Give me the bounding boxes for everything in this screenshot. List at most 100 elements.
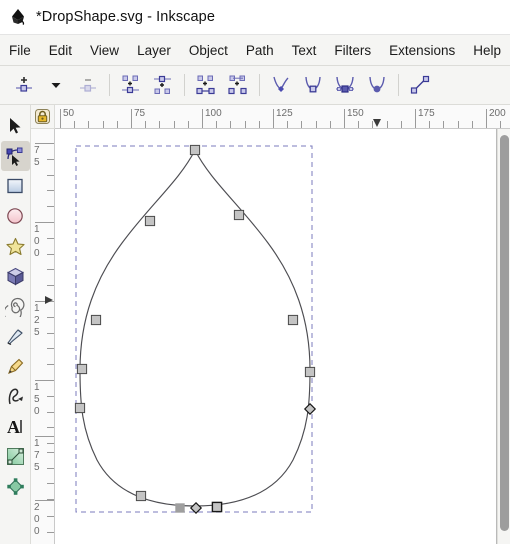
path-node-smooth[interactable] — [233, 209, 245, 221]
ruler-minor-tick — [47, 515, 54, 517]
ruler-major-tick — [35, 143, 54, 144]
menu-extensions[interactable]: Extensions — [380, 39, 464, 62]
tool-text[interactable]: A — [1, 411, 30, 441]
menu-object[interactable]: Object — [180, 39, 237, 62]
menu-edit[interactable]: Edit — [40, 39, 81, 62]
ruler-label: 0 — [34, 526, 40, 537]
ruler-minor-tick — [301, 121, 303, 128]
menu-layer[interactable]: Layer — [128, 39, 180, 62]
menu-text[interactable]: Text — [283, 39, 326, 62]
insert-node-icon — [16, 77, 32, 92]
ruler-minor-tick — [216, 121, 218, 128]
tool-star[interactable] — [1, 231, 30, 261]
path-node-cusp[interactable] — [303, 402, 317, 416]
ruler-mouse-marker — [45, 296, 53, 304]
tool-3dbox[interactable] — [1, 261, 30, 291]
tool-bezier[interactable] — [1, 381, 30, 411]
ruler-minor-tick — [47, 316, 54, 318]
menu-path[interactable]: Path — [237, 39, 283, 62]
vertical-ruler[interactable]: 75100125150175200 — [31, 129, 55, 544]
path-node-smooth[interactable] — [76, 363, 88, 375]
segment-line-icon — [410, 75, 430, 94]
ruler-minor-tick — [102, 121, 104, 128]
ruler-minor-tick — [47, 467, 54, 469]
ruler-lock-button[interactable] — [31, 105, 55, 129]
tool-mesh[interactable] — [1, 471, 30, 501]
horizontal-ruler[interactable]: 50 75 100 125 150 175 200 — [55, 105, 510, 129]
tool-pencil[interactable] — [1, 351, 30, 381]
path-node-smooth[interactable] — [144, 215, 156, 227]
spiral-icon — [4, 297, 24, 317]
ruler-minor-tick — [47, 190, 54, 192]
path-node-smooth[interactable] — [90, 314, 102, 326]
ruler-label: 0 — [34, 236, 40, 247]
ruler-label: 150 — [347, 108, 364, 119]
tool-rectangle[interactable] — [1, 171, 30, 201]
ruler-minor-tick — [173, 121, 175, 128]
ruler-label: 0 — [34, 248, 40, 259]
node-auto-button[interactable] — [361, 70, 393, 101]
join-segment-button[interactable] — [190, 70, 222, 101]
ruler-minor-tick — [145, 121, 147, 128]
segment-line-button[interactable] — [404, 70, 436, 101]
ruler-label: 1 — [34, 303, 40, 314]
menu-filters[interactable]: Filters — [325, 39, 380, 62]
insert-node-dropdown[interactable] — [40, 70, 72, 101]
tool-spiral[interactable] — [1, 291, 30, 321]
chevron-down-icon — [51, 83, 61, 88]
break-nodes-button[interactable] — [147, 70, 179, 101]
menu-help[interactable]: Help — [464, 39, 510, 62]
ruler-minor-tick — [443, 121, 445, 128]
delete-node-button[interactable] — [72, 70, 104, 101]
path-node-selected[interactable] — [211, 501, 223, 513]
path-node-smooth[interactable] — [135, 490, 147, 502]
ruler-minor-tick — [47, 451, 54, 453]
ruler-major-tick — [35, 222, 54, 223]
path-node-layer — [74, 144, 317, 515]
node-symmetric-button[interactable] — [329, 70, 361, 101]
node-smooth-button[interactable] — [297, 70, 329, 101]
node-type-cusp-icon — [273, 76, 289, 92]
toolbar-separator-4 — [398, 74, 399, 96]
ruler-minor-tick — [47, 483, 54, 485]
node-cusp-button[interactable] — [265, 70, 297, 101]
delete-node-icon — [80, 79, 96, 92]
ruler-minor-tick — [116, 121, 118, 128]
ellipse-icon — [7, 208, 23, 224]
path-node-smooth[interactable] — [287, 314, 299, 326]
ruler-minor-tick — [500, 121, 502, 128]
drop-shape-path[interactable] — [79, 148, 311, 507]
tool-calligraphy[interactable] — [1, 321, 30, 351]
inkscape-logo-icon — [8, 7, 28, 27]
path-node-smooth[interactable] — [74, 402, 86, 414]
tool-selector[interactable] — [1, 111, 30, 141]
star-icon — [5, 237, 25, 255]
ruler-minor-tick — [47, 395, 54, 397]
insert-node-button[interactable] — [8, 70, 40, 101]
path-node-smooth[interactable] — [189, 144, 201, 156]
drawing-canvas[interactable] — [55, 129, 497, 544]
delete-segment-button[interactable] — [222, 70, 254, 101]
ruler-major-tick — [35, 380, 54, 381]
menu-view[interactable]: View — [81, 39, 128, 62]
menu-file[interactable]: File — [0, 39, 40, 62]
node-tool-options-bar — [0, 66, 510, 105]
ruler-minor-tick — [47, 237, 54, 239]
tool-ellipse[interactable] — [1, 201, 30, 231]
selection-bbox — [75, 145, 313, 513]
ruler-label: 75 — [134, 108, 146, 119]
vertical-scrollbar-thumb[interactable] — [500, 135, 509, 531]
title-bar: *DropShape.svg - Inkscape — [0, 0, 510, 35]
ruler-minor-tick — [88, 121, 90, 128]
tool-gradient[interactable] — [1, 441, 30, 471]
ruler-major-tick — [131, 109, 132, 128]
vertical-scrollbar[interactable] — [497, 129, 510, 544]
ruler-minor-tick — [230, 121, 232, 128]
path-node-highlighted[interactable] — [175, 503, 185, 513]
ruler-major-tick — [202, 109, 203, 128]
tool-node-editor[interactable] — [0, 141, 30, 171]
join-segment-icon — [196, 75, 215, 95]
join-nodes-button[interactable] — [115, 70, 147, 101]
path-node-smooth[interactable] — [304, 366, 316, 378]
ruler-minor-tick — [47, 269, 54, 271]
